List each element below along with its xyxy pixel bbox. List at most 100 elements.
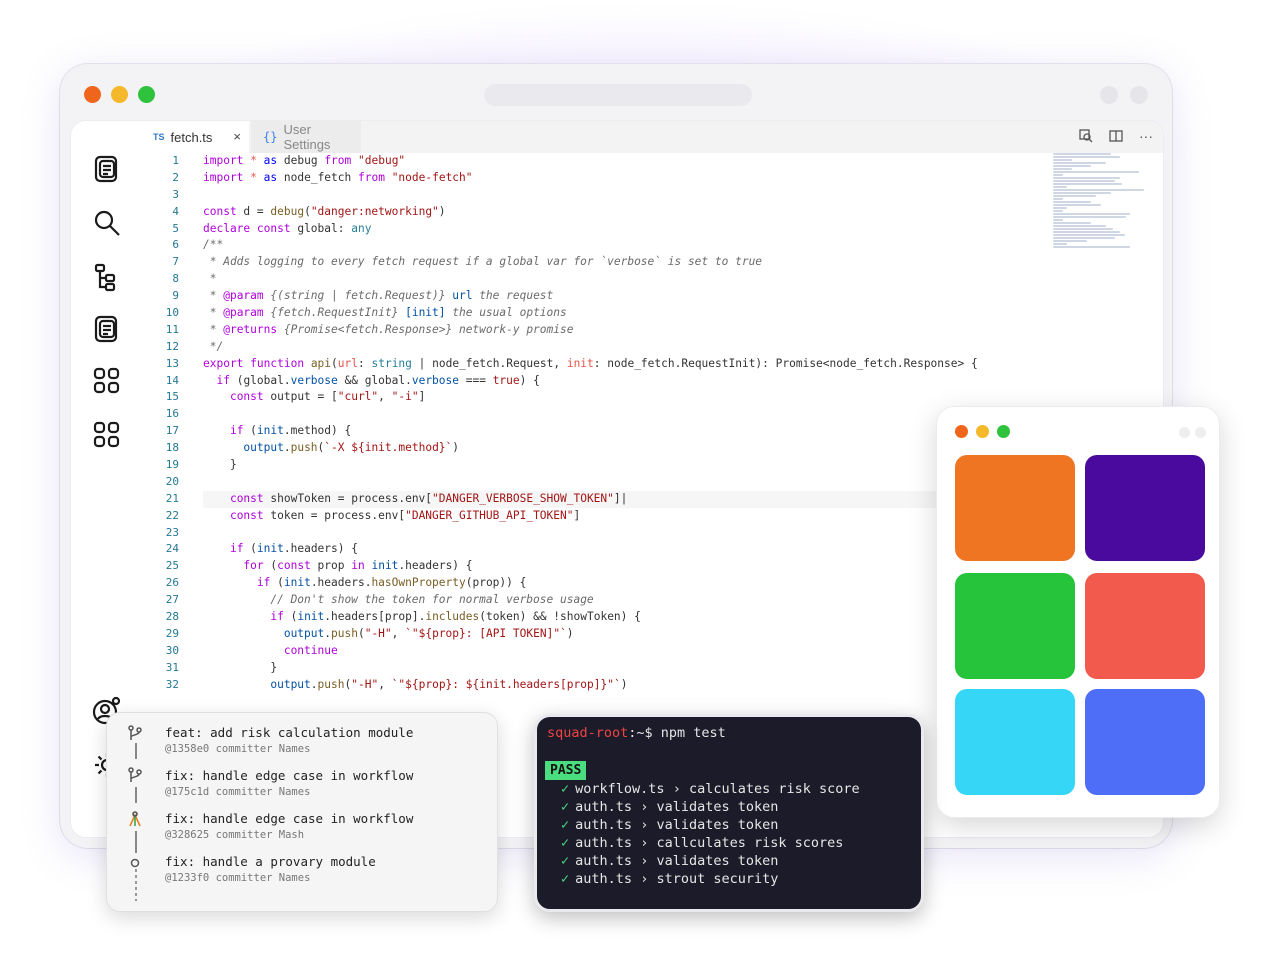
line-number: 11 (165, 322, 179, 336)
git-commit-icon (127, 855, 143, 871)
test-result-line: ✓ auth.ts › strout security (561, 871, 779, 887)
split-editor-icon[interactable] (1107, 127, 1125, 145)
code-content[interactable]: import * as debug from "debug" import * … (203, 153, 1063, 694)
code-line: export function api(url: string | node_f… (203, 356, 978, 370)
window-controls (84, 86, 155, 103)
tab-bar: TS fetch.ts × {} User Settings ··· (141, 121, 1163, 153)
line-number: 31 (165, 660, 179, 674)
git-merge-icon (127, 811, 143, 827)
typescript-icon: TS (153, 132, 165, 142)
code-line: const token = process.env["DANGER_GITHUB… (229, 508, 581, 522)
close-window-button[interactable] (955, 425, 968, 438)
commit-message: fix: handle edge case in workflow (165, 768, 414, 783)
commit-meta: @175c1d committer Names (165, 786, 311, 798)
minimize-window-button[interactable] (111, 86, 128, 103)
line-number: 2 (172, 170, 179, 184)
commit-item[interactable]: fix: handle edge case in workflow @32862… (165, 811, 413, 841)
color-swatch[interactable] (955, 689, 1075, 795)
tab-fetch-ts[interactable]: TS fetch.ts × (141, 121, 249, 153)
explorer-icon[interactable] (91, 153, 123, 185)
terminal-window[interactable]: squad-root:~$ npm test PASS ✓ workflow.ts… (534, 714, 924, 912)
maximize-window-button[interactable] (997, 425, 1010, 438)
check-icon: ✓ (561, 817, 570, 833)
line-number: 21 (165, 491, 179, 505)
minimap[interactable] (1053, 153, 1149, 253)
window-ghost-button (1195, 427, 1206, 438)
code-line: output.push("-H", `"${prop}: [API TOKEN]… (283, 626, 574, 640)
code-line: // Don't show the token for normal verbo… (270, 593, 594, 607)
line-number: 6 (172, 238, 179, 252)
search-icon[interactable] (91, 207, 123, 239)
test-result-line: ✓ auth.ts › callculates risk scores (561, 835, 844, 851)
line-number: 15 (165, 390, 179, 404)
open-preview-icon[interactable] (1077, 127, 1095, 145)
git-graph-line (135, 743, 137, 759)
source-control-icon[interactable] (91, 261, 123, 293)
color-swatch[interactable] (955, 455, 1075, 561)
minimap-line (1053, 225, 1106, 227)
check-icon: ✓ (561, 835, 570, 851)
code-line: } (203, 458, 237, 472)
line-number: 20 (165, 474, 179, 488)
document-icon[interactable] (91, 313, 123, 345)
more-actions-icon[interactable]: ··· (1137, 127, 1155, 145)
minimap-line (1053, 189, 1145, 191)
test-result-line: ✓ auth.ts › validates token (561, 817, 779, 833)
code-line: * @returns {Promise<fetch.Response>} net… (203, 322, 574, 336)
check-icon: ✓ (561, 871, 570, 887)
close-tab-icon[interactable]: × (233, 129, 241, 144)
code-line: } (203, 660, 278, 674)
tab-label: fetch.ts (170, 129, 213, 145)
commit-message: feat: add risk calculation module (165, 725, 414, 740)
color-swatch[interactable] (955, 573, 1075, 679)
extensions-icon[interactable] (91, 365, 123, 397)
color-swatch[interactable] (1085, 689, 1205, 795)
line-number: 9 (172, 289, 179, 303)
line-number: 22 (165, 508, 179, 522)
window-ghost-button (1100, 86, 1118, 104)
code-line: if (global.verbose && global.verbose ===… (216, 373, 540, 387)
color-swatch[interactable] (1085, 573, 1205, 679)
commit-item[interactable]: fix: handle edge case in workflow @175c1… (165, 768, 413, 798)
extensions-icon[interactable] (91, 419, 123, 451)
commit-meta: @1358e0 committer Names (165, 743, 311, 755)
line-number: 1 (172, 154, 179, 167)
git-graph-line (135, 831, 137, 853)
address-bar[interactable] (484, 84, 752, 106)
code-line: output.push(`-X ${init.method}`) (243, 441, 460, 455)
line-number: 18 (165, 441, 179, 455)
line-number: 30 (165, 643, 179, 657)
code-line: output.push("-H", `"${prop}: ${init.head… (270, 677, 628, 691)
line-number: 3 (172, 187, 179, 201)
line-number: 10 (165, 306, 179, 320)
minimap-line (1053, 237, 1116, 239)
commit-message: fix: handle edge case in workflow (165, 811, 414, 826)
commit-item[interactable]: feat: add risk calculation module @1358e… (165, 725, 413, 755)
line-number: 26 (165, 576, 179, 590)
color-swatch[interactable] (1085, 455, 1205, 561)
minimap-line (1053, 183, 1123, 185)
code-line: if (init.headers) { (229, 542, 358, 556)
line-number-gutter: 1 2 3 4 5 6 7 8 9 10 11 12 13 14 15 16 17 18 19 20 21 22 23 24 2… (141, 153, 183, 694)
minimize-window-button[interactable] (976, 425, 989, 438)
code-line: * Adds logging to every fetch request if… (203, 255, 763, 269)
line-number: 7 (172, 255, 179, 269)
line-number: 16 (165, 407, 179, 421)
tab-label: User Settings (283, 122, 331, 152)
json-icon: {} (263, 130, 278, 144)
code-line: continue (283, 643, 338, 657)
maximize-window-button[interactable] (138, 86, 155, 103)
minimap-line (1053, 165, 1092, 167)
close-window-button[interactable] (84, 86, 101, 103)
minimap-line (1053, 207, 1068, 209)
tab-user-settings[interactable]: {} User Settings (251, 121, 361, 153)
line-number: 32 (165, 677, 179, 691)
commit-item[interactable]: fix: handle a provary module @1233f0 com… (165, 854, 376, 884)
minimap-line (1053, 216, 1126, 218)
line-number: 5 (172, 221, 179, 235)
commit-meta: @1233f0 committer Names (165, 872, 311, 884)
line-number: 14 (165, 373, 179, 387)
code-line: if (init.method) { (229, 424, 352, 438)
